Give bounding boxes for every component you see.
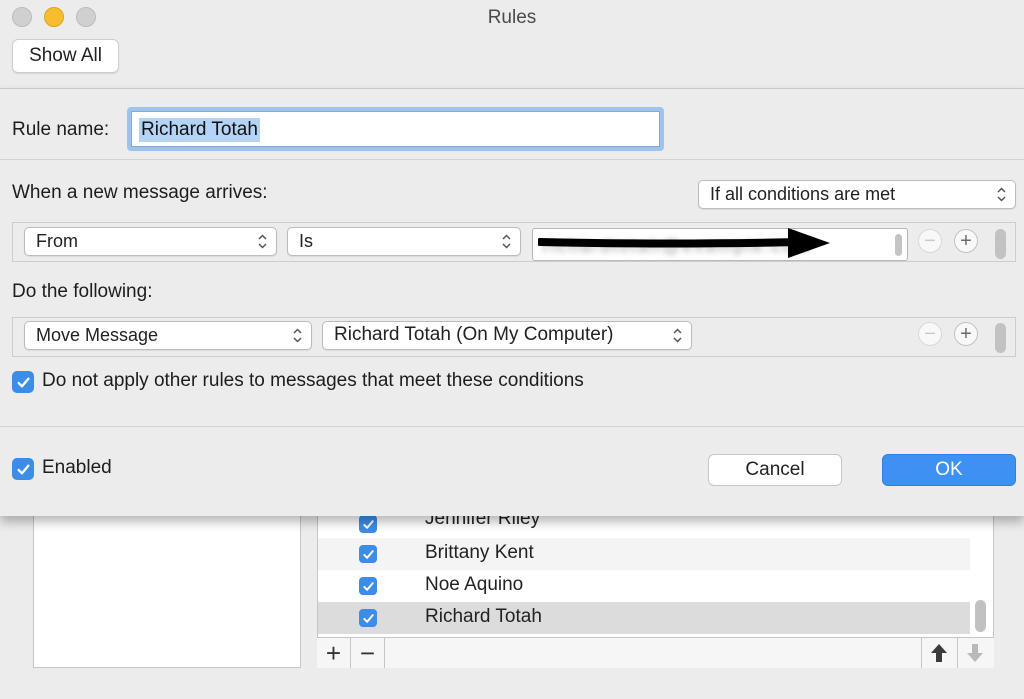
move-rule-up-button[interactable] bbox=[921, 638, 955, 668]
minus-icon: − bbox=[924, 230, 936, 252]
arrow-down-icon bbox=[966, 644, 983, 662]
check-icon bbox=[362, 519, 374, 529]
check-icon bbox=[362, 613, 374, 623]
actions-scrollbar[interactable] bbox=[995, 323, 1006, 353]
cancel-button[interactable]: Cancel bbox=[708, 454, 842, 486]
condition-field-value: From bbox=[36, 231, 78, 251]
annotation-arrow-icon bbox=[538, 228, 830, 258]
condition-operator-select[interactable]: Is bbox=[287, 227, 521, 256]
rule-enabled-checkbox[interactable] bbox=[359, 609, 377, 627]
enabled-label: Enabled bbox=[42, 457, 112, 478]
rule-enabled-checkbox[interactable] bbox=[359, 545, 377, 563]
conditions-scrollbar[interactable] bbox=[995, 229, 1006, 259]
condition-value-scrollbar[interactable] bbox=[895, 234, 902, 256]
zoom-window-button[interactable] bbox=[76, 7, 96, 27]
rule-name: Richard Totah bbox=[425, 606, 542, 627]
check-icon bbox=[17, 464, 29, 474]
plus-icon: + bbox=[325, 637, 342, 668]
show-all-button[interactable]: Show All bbox=[12, 39, 119, 73]
do-following-label: Do the following: bbox=[12, 281, 153, 302]
move-rule-down-button[interactable] bbox=[957, 638, 991, 668]
match-condition-value: If all conditions are met bbox=[710, 184, 896, 204]
add-action-button[interactable]: + bbox=[954, 322, 978, 346]
enabled-checkbox[interactable] bbox=[12, 458, 34, 480]
remove-condition-button[interactable]: − bbox=[918, 229, 942, 253]
plus-icon: + bbox=[960, 230, 972, 252]
close-window-button[interactable] bbox=[12, 7, 32, 27]
divider bbox=[0, 426, 1024, 427]
minus-icon: − bbox=[359, 637, 376, 668]
rule-row[interactable]: Brittany Kent bbox=[318, 538, 970, 570]
rules-list-toolbar: + − bbox=[317, 637, 994, 668]
ok-button[interactable]: OK bbox=[882, 454, 1016, 486]
action-target-select[interactable]: Richard Totah (On My Computer) bbox=[322, 321, 692, 350]
rule-row[interactable]: Noe Aquino bbox=[318, 570, 970, 602]
plus-icon: + bbox=[960, 323, 972, 345]
chevron-updown-icon bbox=[293, 328, 302, 343]
minus-icon: − bbox=[924, 323, 936, 345]
divider bbox=[0, 159, 1024, 160]
rules-list-scrollbar[interactable] bbox=[975, 600, 986, 632]
rule-name: Noe Aquino bbox=[425, 574, 524, 595]
remove-action-button[interactable]: − bbox=[918, 322, 942, 346]
rule-name-value: Richard Totah bbox=[139, 118, 260, 142]
remove-rule-button[interactable]: − bbox=[351, 638, 385, 668]
action-type-select[interactable]: Move Message bbox=[24, 321, 312, 350]
action-type-value: Move Message bbox=[36, 325, 159, 345]
check-icon bbox=[362, 581, 374, 591]
check-icon bbox=[362, 549, 374, 559]
chevron-updown-icon bbox=[502, 234, 511, 249]
rule-name-label: Rule name: bbox=[12, 119, 110, 140]
minimize-window-button[interactable] bbox=[44, 7, 64, 27]
rule-enabled-checkbox[interactable] bbox=[359, 515, 377, 533]
stop-rules-checkbox[interactable] bbox=[12, 371, 34, 393]
condition-field-select[interactable]: From bbox=[24, 227, 277, 256]
condition-operator-value: Is bbox=[299, 231, 314, 251]
title-bar: Rules bbox=[0, 0, 1024, 36]
rule-name: Brittany Kent bbox=[425, 542, 534, 563]
window-title: Rules bbox=[487, 7, 537, 28]
match-condition-select[interactable]: If all conditions are met bbox=[698, 180, 1016, 209]
chevron-updown-icon bbox=[258, 234, 267, 249]
check-icon bbox=[17, 377, 29, 387]
when-label: When a new message arrives: bbox=[12, 182, 268, 203]
add-rule-button[interactable]: + bbox=[317, 638, 351, 668]
rule-enabled-checkbox[interactable] bbox=[359, 577, 377, 595]
arrow-up-icon bbox=[930, 644, 947, 662]
action-target-value: Richard Totah (On My Computer) bbox=[334, 324, 614, 345]
rule-name-input[interactable]: Richard Totah bbox=[127, 107, 664, 151]
rule-edit-sheet: Rule name: Richard Totah When a new mess… bbox=[0, 88, 1024, 516]
accounts-list[interactable] bbox=[33, 505, 301, 668]
chevron-updown-icon bbox=[673, 328, 682, 343]
chevron-updown-icon bbox=[997, 187, 1006, 202]
add-condition-button[interactable]: + bbox=[954, 229, 978, 253]
stop-rules-label: Do not apply other rules to messages tha… bbox=[42, 370, 584, 391]
rule-row-selected[interactable]: Richard Totah bbox=[318, 602, 970, 634]
